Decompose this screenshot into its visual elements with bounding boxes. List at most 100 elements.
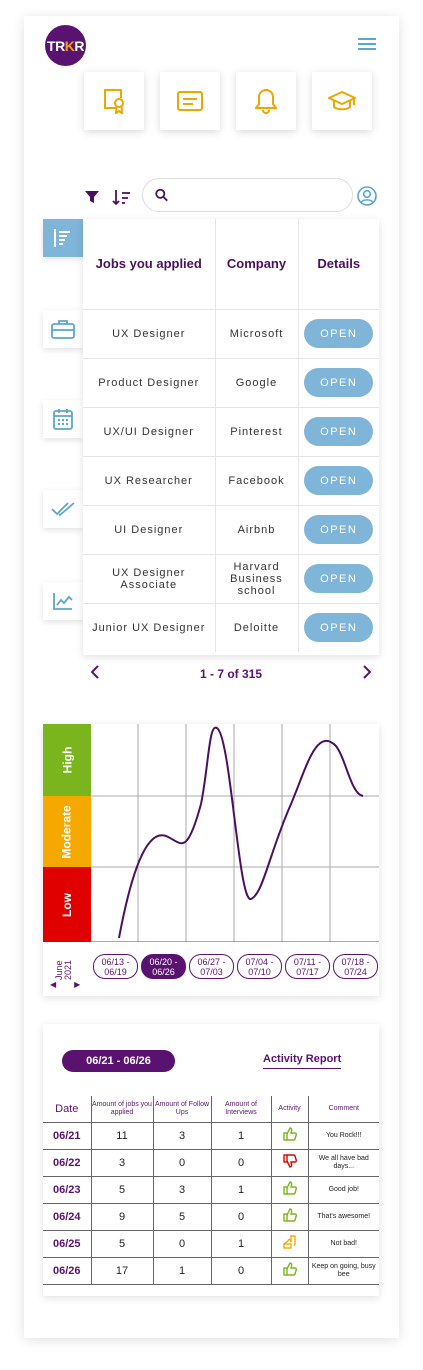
user-avatar-icon[interactable] bbox=[357, 186, 377, 206]
table-row: UX/UI Designer Pinterest OPEN bbox=[83, 406, 379, 456]
date-cell: 06/25 bbox=[43, 1229, 91, 1257]
activity-cell bbox=[270, 1148, 308, 1176]
interviews-cell: 0 bbox=[210, 1202, 271, 1230]
table-row: 06/23 5 3 1 Good job! bbox=[43, 1175, 379, 1203]
education-tile[interactable] bbox=[312, 72, 372, 130]
open-button[interactable]: OPEN bbox=[304, 319, 374, 348]
prev-page-button[interactable] bbox=[83, 664, 107, 684]
details-cell: OPEN bbox=[297, 455, 379, 505]
sidebar-item-calendar[interactable] bbox=[43, 400, 83, 438]
double-check-icon bbox=[51, 502, 75, 517]
header-interviews: Amount of Interviews bbox=[210, 1096, 271, 1122]
activity-cell bbox=[270, 1175, 308, 1203]
follow-ups-cell: 1 bbox=[152, 1256, 211, 1285]
interviews-cell: 0 bbox=[210, 1256, 271, 1285]
activity-report-card: 06/21 - 06/26 Activity Report Date Amoun… bbox=[43, 1024, 379, 1296]
follow-ups-cell: 3 bbox=[152, 1121, 211, 1149]
activity-report-link[interactable]: Activity Report bbox=[263, 1053, 342, 1069]
open-button[interactable]: OPEN bbox=[304, 613, 374, 643]
jobs-applied-cell: 3 bbox=[90, 1148, 153, 1176]
band-high-label: High bbox=[59, 746, 74, 774]
interviews-cell: 1 bbox=[210, 1229, 271, 1257]
job-title: Product Designer bbox=[83, 357, 215, 407]
open-button[interactable]: OPEN bbox=[304, 417, 374, 446]
sidebar-item-jobs[interactable] bbox=[43, 219, 83, 257]
open-button[interactable]: OPEN bbox=[304, 564, 374, 593]
table-row: UI Designer Airbnb OPEN bbox=[83, 504, 379, 554]
thumbs-up-icon bbox=[282, 1208, 297, 1222]
interviews-cell: 1 bbox=[210, 1121, 271, 1149]
company-name: Microsoft bbox=[214, 308, 298, 358]
date-cell: 06/23 bbox=[43, 1175, 91, 1203]
open-button[interactable]: OPEN bbox=[304, 466, 374, 495]
job-title: UX/UI Designer bbox=[83, 406, 215, 456]
graduation-cap-icon bbox=[328, 90, 356, 111]
jobs-applied-cell: 17 bbox=[90, 1256, 153, 1285]
interviews-cell: 1 bbox=[210, 1175, 271, 1203]
notifications-tile[interactable] bbox=[236, 72, 296, 130]
company-name: Facebook bbox=[214, 455, 298, 505]
details-cell: OPEN bbox=[297, 308, 379, 358]
table-row: Junior UX Designer Deloitte OPEN bbox=[83, 602, 379, 652]
header-jobs-applied: Amount of jobs you applied bbox=[90, 1096, 153, 1122]
table-row: UX Designer Microsoft OPEN bbox=[83, 308, 379, 358]
header-activity: Activity bbox=[270, 1096, 308, 1122]
table-row: Product Designer Google OPEN bbox=[83, 357, 379, 407]
comment-cell: Keep on going, busy bee bbox=[307, 1256, 379, 1285]
week-pill[interactable]: 06/13 - 06/19 bbox=[93, 954, 138, 979]
week-pill[interactable]: 07/11 - 07/17 bbox=[285, 954, 330, 979]
next-week-button[interactable]: ▶ bbox=[74, 980, 80, 989]
sidebar-item-tasks[interactable] bbox=[43, 490, 83, 528]
company-name: Pinterest bbox=[214, 406, 298, 456]
sort-icon[interactable] bbox=[112, 188, 132, 206]
next-page-button[interactable] bbox=[355, 664, 379, 684]
details-cell: OPEN bbox=[297, 553, 379, 603]
bar-list-icon bbox=[54, 229, 70, 247]
details-cell: OPEN bbox=[297, 406, 379, 456]
follow-ups-cell: 0 bbox=[152, 1148, 211, 1176]
comment-cell: That's awesome! bbox=[307, 1202, 379, 1230]
thumbs-up-icon bbox=[282, 1262, 297, 1276]
company-name: Google bbox=[214, 357, 298, 407]
search-bar[interactable] bbox=[142, 178, 353, 212]
table-row: 06/26 17 1 0 Keep on going, busy bee bbox=[43, 1256, 379, 1285]
logo-text-mid: K bbox=[64, 37, 75, 54]
pagination-label: 1 - 7 of 315 bbox=[199, 667, 263, 681]
date-cell: 06/26 bbox=[43, 1256, 91, 1285]
week-pill[interactable]: 07/18 - 07/24 bbox=[333, 954, 378, 979]
date-cell: 06/22 bbox=[43, 1148, 91, 1176]
table-row: UX Researcher Facebook OPEN bbox=[83, 455, 379, 505]
header-follow-ups: Amount of Follow Ups bbox=[152, 1096, 211, 1122]
week-nav: ◀ ▶ bbox=[50, 980, 98, 989]
table-row: 06/25 5 0 1 Not bad! bbox=[43, 1229, 379, 1257]
week-pill[interactable]: 06/27 - 07/03 bbox=[189, 954, 234, 979]
logo-text-left: TR bbox=[47, 37, 65, 54]
trkr-logo[interactable]: TR K R bbox=[45, 25, 86, 66]
details-cell: OPEN bbox=[297, 357, 379, 407]
week-pill[interactable]: 07/04 - 07/10 bbox=[237, 954, 282, 979]
date-cell: 06/24 bbox=[43, 1202, 91, 1230]
activity-cell bbox=[270, 1202, 308, 1230]
messages-tile[interactable] bbox=[160, 72, 220, 130]
company-name: Harvard Business school bbox=[214, 553, 298, 603]
thumbs-up-icon bbox=[282, 1181, 297, 1195]
thumbs-side-icon bbox=[282, 1235, 296, 1249]
search-input[interactable] bbox=[176, 187, 352, 203]
prev-week-button[interactable]: ◀ bbox=[50, 980, 56, 989]
certificate-tile[interactable] bbox=[84, 72, 144, 130]
date-range-pill[interactable]: 06/21 - 06/26 bbox=[62, 1050, 175, 1072]
open-button[interactable]: OPEN bbox=[304, 515, 374, 544]
interviews-cell: 0 bbox=[210, 1148, 271, 1176]
table-row: 06/22 3 0 0 We all have bad days... bbox=[43, 1148, 379, 1176]
week-pill[interactable]: 06/20 - 06/26 bbox=[141, 954, 186, 979]
chevron-right-icon bbox=[363, 664, 372, 679]
filter-icon[interactable] bbox=[85, 190, 99, 204]
activity-cell bbox=[270, 1229, 308, 1257]
jobs-applied-cell: 5 bbox=[90, 1175, 153, 1203]
sidebar-item-applications[interactable] bbox=[43, 310, 83, 348]
follow-ups-cell: 3 bbox=[152, 1175, 211, 1203]
sidebar-item-analytics[interactable] bbox=[43, 582, 83, 620]
hamburger-icon[interactable] bbox=[358, 38, 376, 50]
band-low-label: Low bbox=[60, 892, 74, 917]
open-button[interactable]: OPEN bbox=[304, 368, 374, 397]
